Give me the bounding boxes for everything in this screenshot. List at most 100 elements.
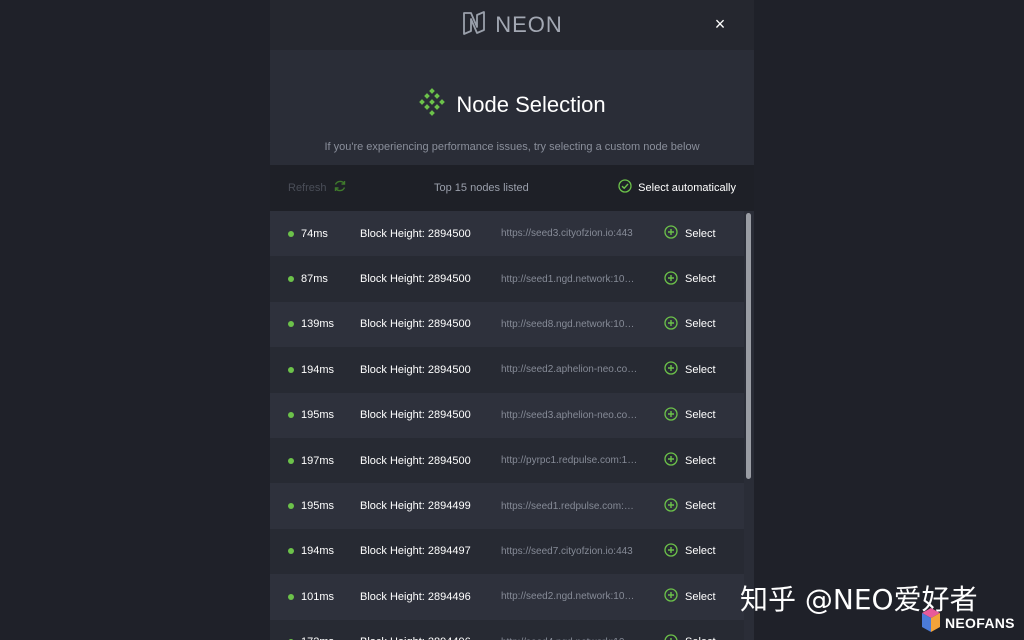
node-block-height: Block Height: 2894500 [360,363,471,376]
refresh-button[interactable]: Refresh [288,179,347,198]
node-list: 74ms Block Height: 2894500 https://seed3.c… [270,211,744,640]
select-node-label: Select [685,273,716,286]
node-latency: 101ms [301,590,335,603]
select-node-label: Select [685,590,716,603]
select-node-button[interactable]: Select [664,361,716,378]
node-row: 101ms Block Height: 2894496 http://seed2.n… [270,574,744,620]
select-node-button[interactable]: Select [664,407,716,424]
hero: Node Selection If you're experiencing pe… [270,50,754,165]
hero-title-row: Node Selection [270,50,754,121]
node-url: https://seed3.cityofzion.io:443 [501,228,633,240]
node-row: 172msBlock Height: 2894496http://seed4.n… [270,619,744,640]
close-button[interactable]: × [710,14,730,34]
node-row: 195ms Block Height: 2894499 https://seed1.… [270,483,744,529]
select-automatically-label: Select automatically [638,182,736,194]
select-node-button[interactable]: Select [664,316,716,333]
node-latency: 194ms [301,545,335,558]
list-toolbar: Refresh Top 15 nodes listed Select autom… [270,165,754,211]
node-latency: 195ms [301,500,335,513]
select-node-button[interactable]: Select [664,634,716,640]
scrollbar[interactable] [744,211,754,640]
status-dot-icon [288,503,294,510]
node-row: 87ms Block Height: 2894500 http://seed1.ng… [270,256,744,302]
refresh-label: Refresh [288,182,327,194]
page-subtitle: If you're experiencing performance issue… [324,141,700,153]
close-icon: × [714,14,726,34]
node-count-label: Top 15 nodes listed [434,182,529,194]
plus-circle-icon [664,543,678,560]
node-row: 194ms Block Height: 2894497 https://seed7.… [270,528,744,575]
node-row: 197ms Block Height: 2894500 http://pyrpc1.… [270,437,744,484]
select-node-label: Select [685,318,716,331]
scrollbar-thumb[interactable] [746,213,751,479]
node-block-height: Block Height: 2894500 [360,273,471,286]
neofans-cube-icon [920,606,942,639]
node-url: http://seed8.ngd.network:10332 [501,318,639,330]
plus-circle-icon [664,588,678,605]
node-url: http://seed2.ngd.network:10332 [501,591,639,603]
select-node-button[interactable]: Select [664,497,716,515]
node-latency: 87ms [301,273,328,286]
select-node-label: Select [685,500,716,513]
select-node-button[interactable]: Select [664,270,716,288]
plus-circle-icon [664,497,678,515]
node-url: https://seed1.redpulse.com:443 [501,500,639,512]
status-dot-icon [288,412,294,419]
node-url: https://seed7.cityofzion.io:443 [501,545,633,557]
neon-logo-icon [461,9,487,42]
page-title: Node Selection [456,91,606,117]
node-selection-modal: NEON × Node Selection If you're experien… [270,0,754,640]
select-node-label: Select [685,636,716,640]
node-row: 195ms Block Height: 2894500 http://seed3.a… [270,392,744,438]
node-block-height: Block Height: 2894496 [360,590,471,603]
node-url: http://seed1.ngd.network:10332 [501,273,639,285]
neofans-badge: NEOFANS [920,606,1015,639]
node-latency: 172ms [301,636,334,640]
node-latency: 195ms [301,409,335,422]
status-dot-icon [288,230,294,237]
node-latency: 197ms [301,454,335,467]
plus-circle-icon [664,407,678,424]
title-bar: NEON × [270,0,754,50]
select-node-label: Select [685,227,716,240]
node-latency: 139ms [301,318,335,331]
node-latency: 74ms [301,227,328,240]
node-latency: 194ms [301,363,335,376]
node-url: http://seed3.aphelion-neo.com... [501,409,639,421]
select-node-label: Select [685,409,716,422]
plus-circle-icon [664,225,678,242]
node-row: 139ms Block Height: 2894500 http://seed8.n… [270,301,744,348]
plus-circle-icon [664,452,678,469]
plus-circle-icon [664,316,678,333]
plus-circle-icon [664,361,678,378]
status-dot-icon [288,366,294,373]
status-dot-icon [288,457,294,464]
node-url: http://seed2.aphelion-neo.com... [501,364,639,376]
select-automatically-button[interactable]: Select automatically [618,178,736,198]
select-node-button[interactable]: Select [664,225,716,242]
neofans-badge-text: NEOFANS [945,614,1015,631]
status-dot-icon [288,276,294,283]
select-node-label: Select [685,454,716,467]
select-node-label: Select [685,545,716,558]
plus-circle-icon [664,270,678,288]
refresh-icon [333,179,347,198]
select-node-button[interactable]: Select [664,588,716,605]
node-block-height: Block Height: 2894500 [360,227,471,240]
node-row: 194ms Block Height: 2894500 http://seed2.a… [270,347,744,393]
node-block-height: Block Height: 2894496 [360,636,471,640]
select-node-button[interactable]: Select [664,543,716,560]
check-circle-icon [618,178,632,198]
node-url: http://pyrpc1.redpulse.com:103... [501,455,639,467]
node-block-height: Block Height: 2894500 [360,318,471,331]
brand-name: NEON [495,12,563,37]
select-node-button[interactable]: Select [664,452,716,469]
status-dot-icon [288,321,294,328]
select-node-label: Select [685,363,716,376]
node-block-height: Block Height: 2894500 [360,454,471,467]
status-dot-icon [288,548,294,555]
node-block-height: Block Height: 2894500 [360,409,471,422]
node-block-height: Block Height: 2894497 [360,545,471,558]
node-row: 74ms Block Height: 2894500 https://seed3.c… [270,211,744,257]
status-dot-icon [288,593,294,600]
